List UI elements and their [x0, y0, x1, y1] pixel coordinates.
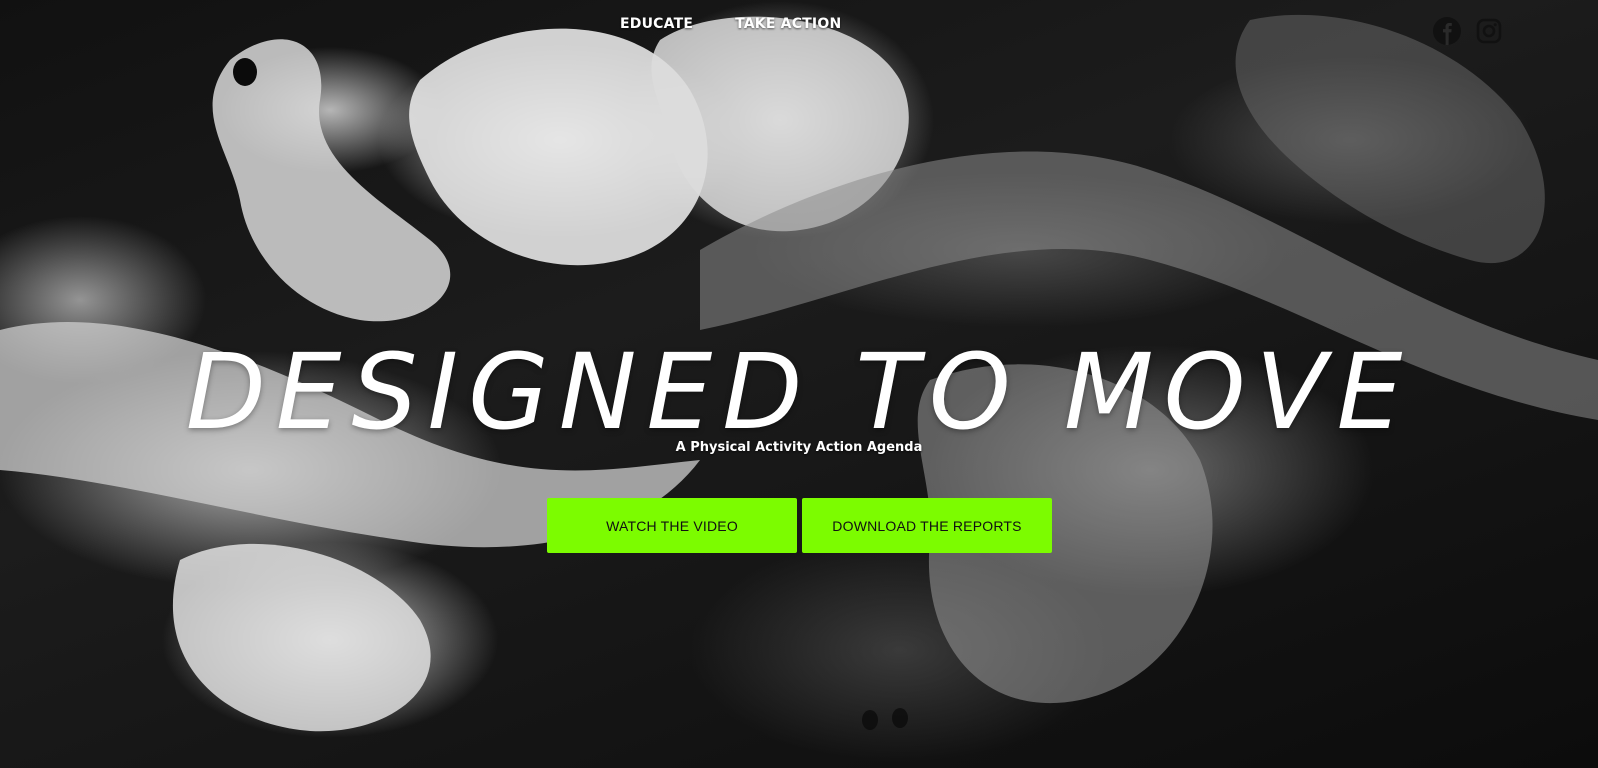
facebook-link[interactable]	[1432, 16, 1462, 46]
download-reports-button[interactable]: DOWNLOAD THE REPORTS	[802, 498, 1052, 553]
hero-headline: DESIGNED TO MOVE	[185, 330, 1413, 453]
watch-video-button[interactable]: WATCH THE VIDEO	[547, 498, 797, 553]
facebook-icon	[1433, 17, 1461, 45]
cta-button-group: WATCH THE VIDEO DOWNLOAD THE REPORTS	[547, 498, 1052, 553]
nav-link-take-action[interactable]: TAKE ACTION	[735, 16, 841, 32]
nav-link-educate[interactable]: EDUCATE	[620, 16, 693, 32]
hero-section: EDUCATE TAKE ACTION DESIGNED TO MOVE A P…	[0, 0, 1598, 768]
instagram-link[interactable]	[1474, 16, 1504, 46]
top-navigation: EDUCATE TAKE ACTION	[620, 16, 841, 32]
hero-subtitle: A Physical Activity Action Agenda	[675, 440, 923, 455]
instagram-icon	[1476, 18, 1502, 44]
social-links	[1432, 16, 1504, 46]
